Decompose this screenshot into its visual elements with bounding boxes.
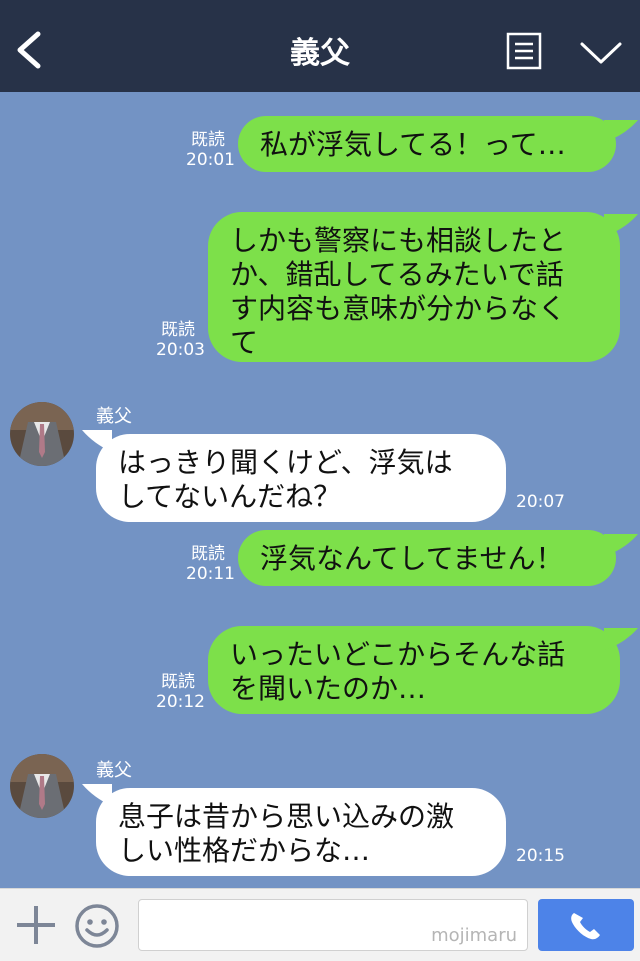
avatar[interactable] [10,402,74,466]
received-message-bubble[interactable]: 息子は昔から思い込みの激 しい性格だからな… [96,788,506,876]
call-button[interactable] [538,899,634,951]
avatar-image [10,754,74,818]
read-receipt: 既読 20:12 [156,672,205,712]
sent-message-bubble[interactable]: 私が浮気してる！って… [238,116,616,172]
message-line: を聞いたのか… [230,672,427,705]
bubble-tail [604,534,638,556]
sent-message-bubble[interactable]: しかも警察にも相談したと か、錯乱してるみたいで話 す内容も意味が分からなく て [208,212,620,362]
message-time: 20:15 [516,846,565,866]
message-line: しい性格だからな… [118,834,371,867]
read-receipt: 既読 20:01 [186,130,235,170]
message-input[interactable]: mojimaru [138,899,528,951]
message-line: しかも警察にも相談したと [230,224,567,257]
memo-icon[interactable] [506,32,542,70]
message-time: 20:07 [516,492,565,512]
received-message-bubble[interactable]: はっきり聞くけど、浮気は してないんだね？ [96,434,506,522]
bubble-tail [604,628,638,650]
message-line: て [230,326,259,359]
message-text: 浮気なんてしてません！ [260,542,564,575]
input-bar: mojimaru [0,888,640,961]
chat-header: 義父 [0,0,640,92]
message-line: してないんだね？ [118,480,342,513]
smile-icon[interactable] [74,903,120,949]
chevron-down-icon[interactable] [578,38,624,68]
avatar[interactable] [10,754,74,818]
sender-name: 義父 [96,406,132,427]
read-receipt: 既読 20:03 [156,320,205,360]
message-line: 息子は昔から思い込みの激 [118,800,455,833]
message-text: 私が浮気してる！って… [260,128,566,161]
message-line: はっきり聞くけど、浮気は [118,446,453,479]
plus-icon[interactable] [14,903,58,947]
sender-name: 義父 [96,760,132,781]
message-line: いったいどこからそんな話 [230,638,566,671]
avatar-image [10,402,74,466]
bubble-tail [604,214,638,236]
message-list[interactable]: 既読 20:01 私が浮気してる！って… 既読 20:03 しかも警察にも相談し… [0,92,640,888]
message-line: か、錯乱してるみたいで話 [230,258,564,291]
phone-icon [571,913,600,940]
bubble-tail [604,120,638,142]
read-receipt: 既読 20:11 [186,544,235,584]
sent-message-bubble[interactable]: 浮気なんてしてません！ [238,530,616,586]
chat-title: 義父 [290,36,350,71]
message-line: す内容も意味が分からなく [230,292,567,325]
sent-message-bubble[interactable]: いったいどこからそんな話 を聞いたのか… [208,626,620,714]
watermark: mojimaru [431,925,517,946]
